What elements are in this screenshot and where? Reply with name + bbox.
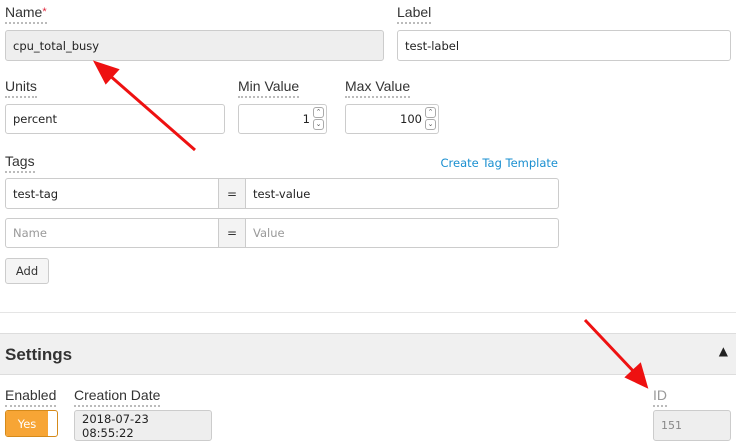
required-mark: *: [42, 6, 47, 18]
chevron-up-icon[interactable]: ▲: [719, 344, 728, 358]
label-input[interactable]: test-label: [397, 30, 731, 61]
name-input[interactable]: cpu_total_busy: [5, 30, 384, 61]
tag-name-input[interactable]: test-tag: [5, 178, 219, 209]
tag-value-input[interactable]: test-value: [245, 178, 559, 209]
arrow-head-icon: [92, 60, 120, 85]
equals-sign: =: [218, 178, 246, 209]
enabled-value: Yes: [6, 411, 48, 436]
new-tag-name-input[interactable]: Name: [5, 218, 219, 248]
name-label-text: Name: [5, 4, 43, 20]
creation-date-label: Creation Date: [74, 387, 161, 407]
max-value-input[interactable]: 100 ⌃ ⌄: [345, 104, 439, 134]
id-input[interactable]: 151: [653, 410, 731, 441]
equals-sign: =: [218, 218, 246, 248]
settings-title: Settings: [5, 345, 73, 364]
units-input[interactable]: percent: [5, 104, 225, 134]
min-value-input[interactable]: 1 ⌃ ⌄: [238, 104, 327, 134]
id-label: ID: [653, 387, 667, 407]
increment-icon[interactable]: ⌃: [313, 107, 324, 118]
max-value-label: Max Value: [345, 78, 411, 98]
enabled-label: Enabled: [5, 387, 57, 407]
label-label: Label: [397, 4, 432, 24]
min-value-label: Min Value: [238, 78, 300, 98]
new-tag-value-input[interactable]: Value: [245, 218, 559, 248]
enabled-toggle[interactable]: Yes: [5, 410, 58, 437]
divider: [0, 312, 736, 313]
creation-date-input[interactable]: 2018-07-23 08:55:22: [74, 410, 212, 441]
decrement-icon[interactable]: ⌄: [313, 119, 324, 130]
max-value: 100: [400, 112, 422, 126]
create-tag-template-link[interactable]: Create Tag Template: [441, 156, 558, 170]
decrement-icon[interactable]: ⌄: [425, 119, 436, 130]
units-label: Units: [5, 78, 37, 98]
name-label: Name*: [5, 4, 47, 24]
min-value: 1: [302, 112, 310, 126]
add-tag-button[interactable]: Add: [5, 258, 49, 284]
max-value-stepper[interactable]: ⌃ ⌄: [425, 107, 436, 130]
increment-icon[interactable]: ⌃: [425, 107, 436, 118]
min-value-stepper[interactable]: ⌃ ⌄: [313, 107, 324, 130]
tags-label: Tags: [5, 153, 35, 173]
settings-header[interactable]: Settings ▲: [0, 333, 736, 375]
